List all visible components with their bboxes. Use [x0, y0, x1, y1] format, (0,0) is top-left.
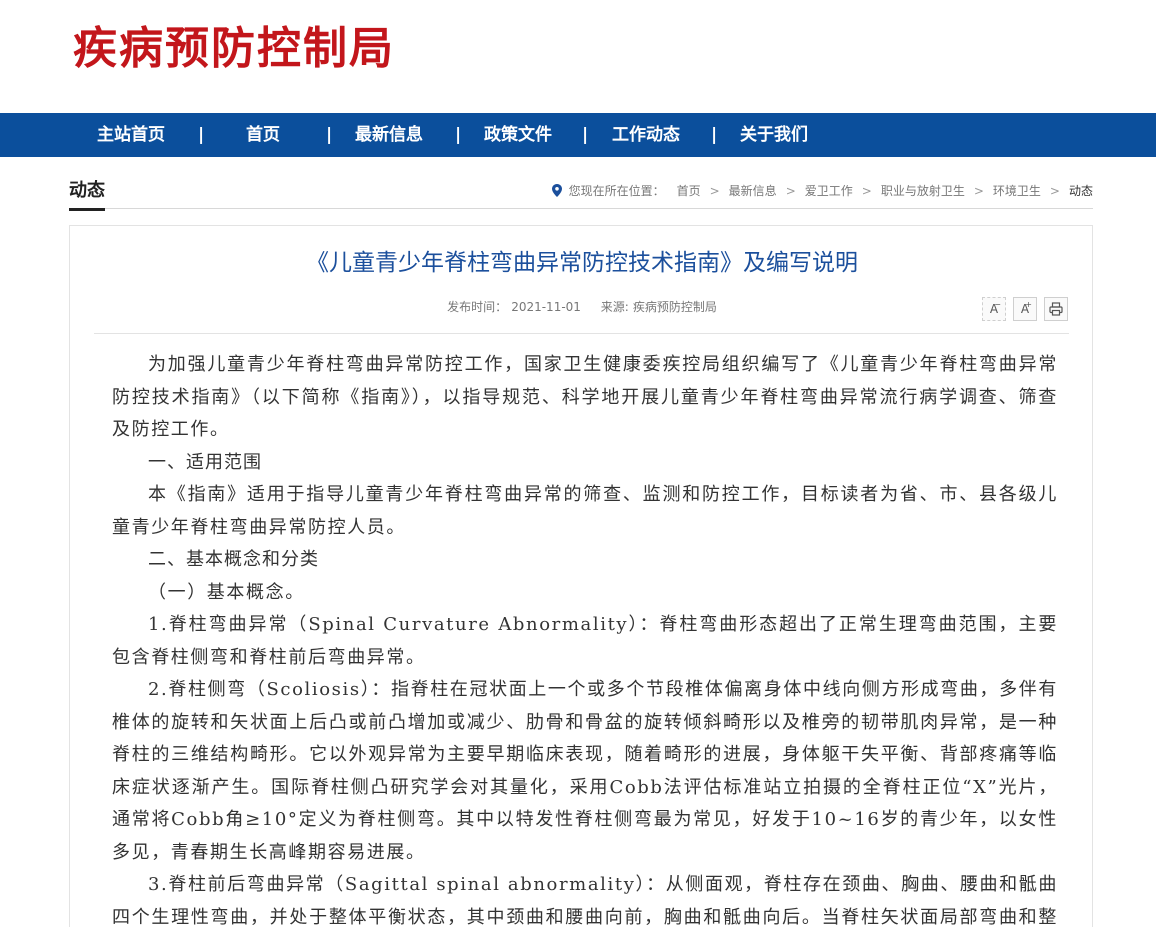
- paragraph: 3.脊柱前后弯曲异常（Sagittal spinal abnormality）：…: [112, 874, 1058, 927]
- source-value: 疾病预防控制局: [632, 300, 717, 314]
- breadcrumb-arrow: >: [709, 183, 720, 198]
- nav-item-latest[interactable]: 最新信息: [355, 113, 423, 157]
- source-label: 来源:: [600, 300, 629, 314]
- paragraph: 2.脊柱侧弯（Scoliosis）：指脊柱在冠状面上一个或多个节段椎体偏离身体中…: [112, 679, 1058, 863]
- article-container: 《儿童青少年脊柱弯曲异常防控技术指南》及编写说明 发布时间： 2021-11-01…: [69, 225, 1093, 927]
- breadcrumb-item-latest[interactable]: 最新信息: [729, 182, 777, 199]
- breadcrumb-arrow: >: [1049, 183, 1060, 198]
- breadcrumb-item-current[interactable]: 动态: [1069, 182, 1093, 199]
- font-smaller-button[interactable]: A −: [982, 297, 1006, 321]
- section-title: 动态: [69, 180, 105, 211]
- section-heading: 一、适用范围: [148, 451, 262, 473]
- article-body: 为加强儿童青少年脊柱弯曲异常防控工作，国家卫生健康委疾控局组织编写了《儿童青少年…: [112, 349, 1058, 927]
- breadcrumb-item-environment[interactable]: 环境卫生: [993, 182, 1041, 199]
- breadcrumb-item-occupational[interactable]: 职业与放射卫生: [881, 182, 965, 199]
- breadcrumb-prefix: 您现在所在位置：: [568, 184, 665, 198]
- nav-item-policy[interactable]: 政策文件: [484, 113, 552, 157]
- section-bar: 动态 您现在所在位置： 首页 > 最新信息 > 爱卫工作 > 职业与放射卫生 >…: [69, 172, 1093, 211]
- nav-separator: |: [198, 125, 205, 145]
- print-button[interactable]: [1044, 297, 1068, 321]
- paragraph: 本《指南》适用于指导儿童青少年脊柱弯曲异常的筛查、监测和防控工作，目标读者为省、…: [112, 484, 1058, 538]
- breadcrumb-arrow: >: [973, 183, 984, 198]
- nav-separator: |: [455, 125, 462, 145]
- nav-item-main-home[interactable]: 主站首页: [97, 113, 165, 157]
- location-pin-icon: [551, 184, 562, 197]
- article-meta: 发布时间： 2021-11-01 来源: 疾病预防控制局: [70, 298, 1094, 315]
- paragraph: （一）基本概念。: [148, 581, 305, 603]
- publish-date: 2021-11-01: [511, 300, 581, 314]
- font-larger-button[interactable]: A +: [1013, 297, 1037, 321]
- nav-item-work[interactable]: 工作动态: [612, 113, 680, 157]
- nav-separator: |: [582, 125, 589, 145]
- nav-item-about[interactable]: 关于我们: [740, 113, 808, 157]
- paragraph: 1.脊柱弯曲异常（Spinal Curvature Abnormality）：脊…: [112, 614, 1058, 668]
- nav-item-home[interactable]: 首页: [246, 113, 280, 157]
- site-title[interactable]: 疾病预防控制局: [73, 24, 395, 74]
- main-nav: 主站首页 | 首页 | 最新信息 | 政策文件 | 工作动态 | 关于我们: [0, 113, 1156, 157]
- nav-separator: |: [711, 125, 718, 145]
- print-icon: [1049, 302, 1063, 316]
- site-header: 疾病预防控制局: [0, 0, 1156, 113]
- breadcrumb-item-patriotic-health[interactable]: 爱卫工作: [805, 182, 853, 199]
- section-heading: 二、基本概念和分类: [148, 549, 319, 570]
- breadcrumb: 您现在所在位置： 首页 > 最新信息 > 爱卫工作 > 职业与放射卫生 > 环境…: [551, 182, 1093, 199]
- nav-separator: |: [326, 125, 333, 145]
- meta-divider: [94, 333, 1069, 334]
- article-title: 《儿童青少年脊柱弯曲异常防控技术指南》及编写说明: [306, 250, 858, 276]
- breadcrumb-arrow: >: [861, 183, 872, 198]
- article-tools: A − A +: [982, 297, 1068, 321]
- breadcrumb-arrow: >: [785, 183, 796, 198]
- publish-label: 发布时间：: [447, 300, 508, 314]
- paragraph: 为加强儿童青少年脊柱弯曲异常防控工作，国家卫生健康委疾控局组织编写了《儿童青少年…: [112, 354, 1058, 440]
- breadcrumb-item-home[interactable]: 首页: [677, 182, 701, 199]
